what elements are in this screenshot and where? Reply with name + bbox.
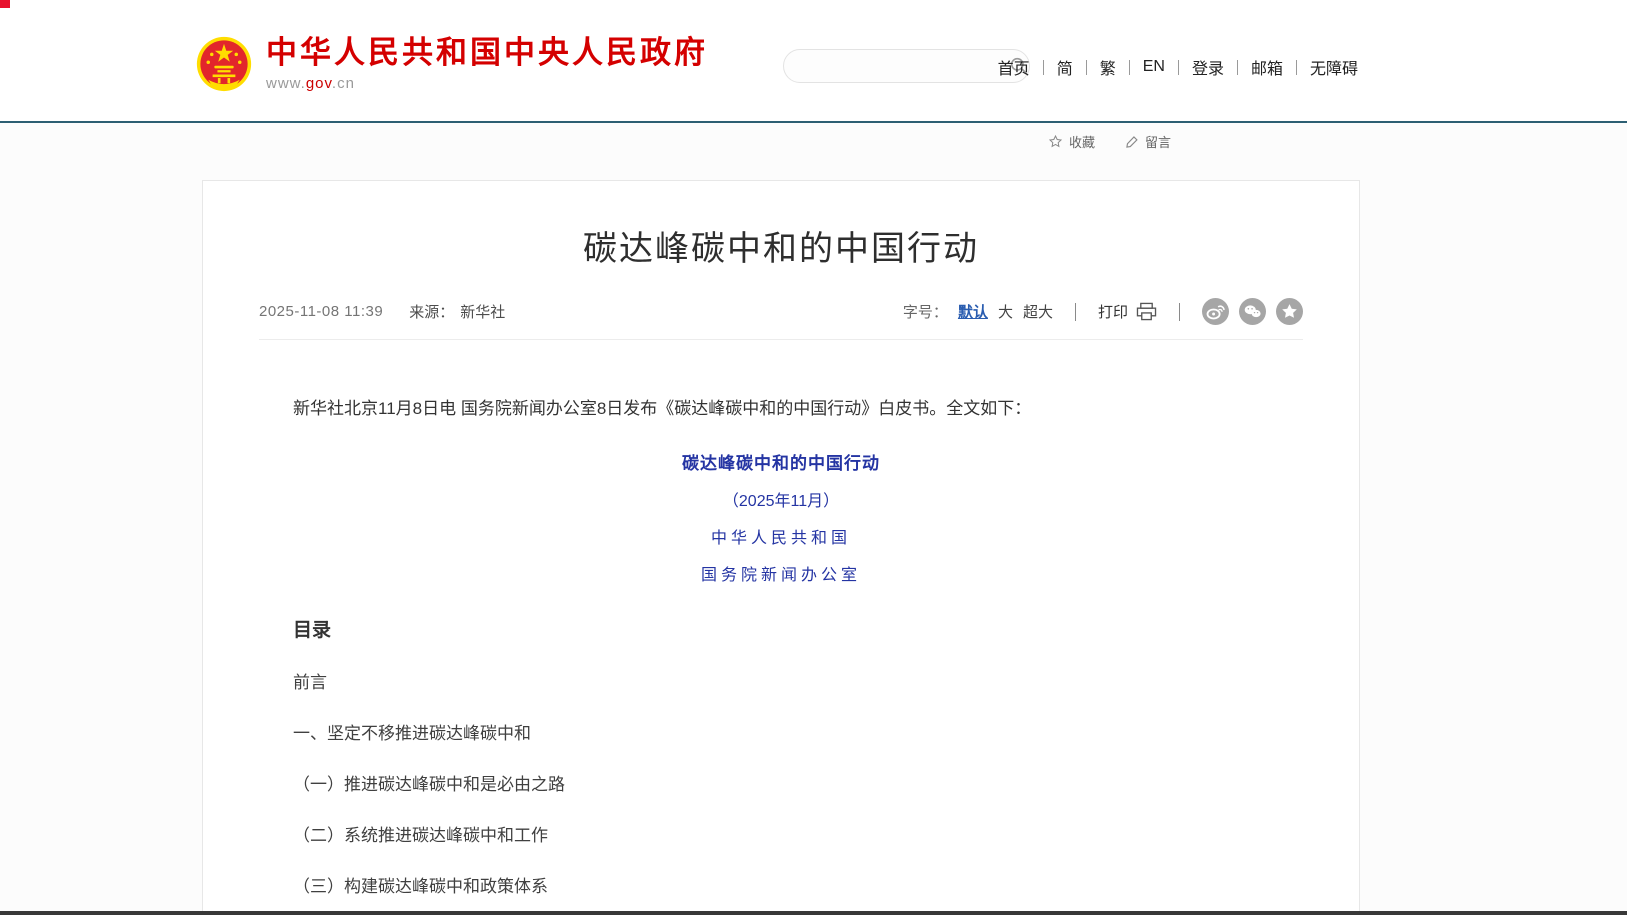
nav-accessibility[interactable]: 无障碍 <box>1297 55 1371 79</box>
publish-date: 2025-11-08 11:39 <box>259 303 383 320</box>
doc-org-line-2: 国务院新闻办公室 <box>259 561 1303 585</box>
message-link[interactable]: 留言 <box>1125 132 1171 151</box>
article-actions: 收藏 留言 <box>1048 132 1171 151</box>
print-label: 打印 <box>1098 301 1128 322</box>
article-title: 碳达峰碳中和的中国行动 <box>259 221 1303 270</box>
url-cn: .cn <box>332 75 355 92</box>
share-wechat-icon[interactable] <box>1239 298 1266 325</box>
message-label: 留言 <box>1145 132 1171 151</box>
meta-right: 字号： 默认 大 超大 打印 <box>903 298 1303 325</box>
nav-home[interactable]: 首页 <box>985 55 1043 79</box>
nav-simplified[interactable]: 简 <box>1044 55 1086 79</box>
favorite-label: 收藏 <box>1069 132 1095 151</box>
share-favorite-icon[interactable] <box>1276 298 1303 325</box>
site-logo[interactable]: 中华人民共和国中央人民政府 www.gov.cn <box>196 36 708 92</box>
toc-heading: 目录 <box>259 615 1303 642</box>
doc-date-line: （2025年11月） <box>259 487 1303 511</box>
page: 中华人民共和国中央人民政府 www.gov.cn 首页 简 繁 EN 登录 邮箱… <box>0 0 1627 915</box>
article-meta-bar: 2025-11-08 11:39 来源： 新华社 字号： 默认 大 超大 打印 <box>259 298 1303 340</box>
share-weibo-icon[interactable] <box>1202 298 1229 325</box>
toc-item: 一、坚定不移推进碳达峰碳中和 <box>259 719 1303 744</box>
source-label: 来源： <box>409 301 454 322</box>
nav-mail[interactable]: 邮箱 <box>1238 55 1296 79</box>
favorite-link[interactable]: 收藏 <box>1048 132 1095 151</box>
search-input[interactable] <box>784 50 1009 82</box>
source-value[interactable]: 新华社 <box>460 301 505 322</box>
nav-traditional[interactable]: 繁 <box>1087 55 1129 79</box>
url-www: www. <box>266 75 306 92</box>
fontsize-xlarge[interactable]: 超大 <box>1023 301 1053 322</box>
toc-item: （二）系统推进碳达峰碳中和工作 <box>259 821 1303 846</box>
print-button[interactable]: 打印 <box>1098 301 1157 322</box>
star-outline-icon <box>1048 134 1063 149</box>
toc-item: （一）推进碳达峰碳中和是必由之路 <box>259 770 1303 795</box>
meta-divider <box>1179 303 1180 321</box>
national-emblem-icon <box>196 36 252 92</box>
screen-corner-marker <box>0 0 10 8</box>
doc-title: 碳达峰碳中和的中国行动 <box>259 449 1303 474</box>
nav-login[interactable]: 登录 <box>1179 55 1237 79</box>
meta-left: 2025-11-08 11:39 来源： 新华社 <box>259 301 505 322</box>
site-header: 中华人民共和国中央人民政府 www.gov.cn 首页 简 繁 EN 登录 邮箱… <box>0 0 1627 123</box>
top-nav: 首页 简 繁 EN 登录 邮箱 无障碍 <box>985 55 1371 79</box>
bottom-divider <box>0 911 1627 915</box>
site-url: www.gov.cn <box>266 75 708 92</box>
printer-icon <box>1136 302 1157 321</box>
fontsize-default[interactable]: 默认 <box>958 301 988 322</box>
fontsize-large[interactable]: 大 <box>998 301 1013 322</box>
fontsize-label: 字号： <box>903 301 948 322</box>
toc-item: 前言 <box>259 668 1303 693</box>
pencil-icon <box>1125 135 1139 149</box>
url-gov: gov <box>306 75 332 92</box>
doc-org-line-1: 中华人民共和国 <box>259 524 1303 548</box>
toc-item: （三）构建碳达峰碳中和政策体系 <box>259 872 1303 897</box>
article-body: 新华社北京11月8日电 国务院新闻办公室8日发布《碳达峰碳中和的中国行动》白皮书… <box>259 396 1303 914</box>
share-group <box>1202 298 1303 325</box>
article-card: 碳达峰碳中和的中国行动 2025-11-08 11:39 来源： 新华社 字号：… <box>202 180 1360 914</box>
lead-paragraph: 新华社北京11月8日电 国务院新闻办公室8日发布《碳达峰碳中和的中国行动》白皮书… <box>259 396 1303 422</box>
site-title: 中华人民共和国中央人民政府 <box>266 36 708 70</box>
logo-text: 中华人民共和国中央人民政府 www.gov.cn <box>266 36 708 91</box>
meta-divider <box>1075 303 1076 321</box>
nav-english[interactable]: EN <box>1130 58 1178 76</box>
